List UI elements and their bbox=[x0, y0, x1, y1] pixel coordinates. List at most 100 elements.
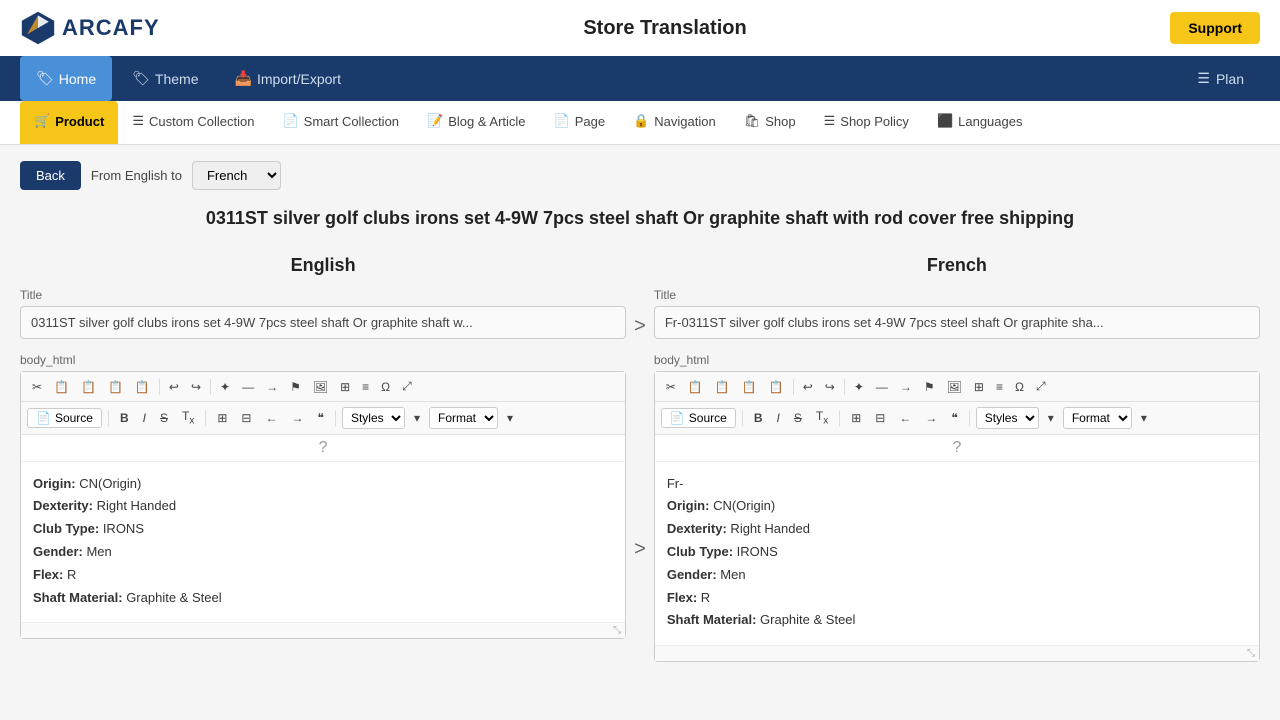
tab-product-label: Product bbox=[55, 114, 104, 129]
languages-icon: ⬛ bbox=[937, 113, 953, 129]
product-tab-icon: 🛒 bbox=[34, 113, 50, 129]
french-panel: French Title body_html ✂ 📋 📋 📋 📋 ↩ ↪ ✦ — bbox=[654, 255, 1260, 662]
fr-sep3 bbox=[742, 410, 743, 426]
rte-hr-btn[interactable]: — bbox=[237, 377, 259, 397]
fr-rte-link-btn[interactable]: → bbox=[895, 377, 917, 397]
french-rte-resize: ⤡ bbox=[655, 645, 1259, 661]
rte-ul-btn[interactable]: ⊟ bbox=[236, 408, 256, 428]
fr-rte-bold-btn[interactable]: B bbox=[749, 408, 768, 428]
fr-rte-image-btn[interactable]: 🖼 bbox=[942, 377, 967, 397]
nav-item-theme[interactable]: 🏷 Theme bbox=[116, 56, 214, 101]
fr-rte-anchor-btn[interactable]: ⚑ bbox=[919, 377, 940, 397]
navigation-icon: 🔒 bbox=[633, 113, 649, 129]
fr-rte-undo-btn[interactable]: ↩ bbox=[798, 377, 818, 397]
rte-styles-select[interactable]: Styles bbox=[342, 407, 405, 429]
french-rte-body[interactable]: Fr- Origin: CN(Origin) Dexterity: Right … bbox=[655, 462, 1259, 646]
rte-omega-btn[interactable]: Ω bbox=[376, 377, 395, 397]
english-rte: ✂ 📋 📋 📋 📋 ↩ ↪ ✦ — → ⚑ 🖼 ⊞ ≡ Ω bbox=[20, 371, 626, 639]
rte-subscript-btn[interactable]: Tx bbox=[177, 406, 199, 429]
french-title-label: Title bbox=[654, 288, 1260, 302]
tab-product[interactable]: 🛒 Product bbox=[20, 101, 118, 144]
fr-rte-paste-word-btn[interactable]: 📋 bbox=[764, 377, 789, 397]
fr-rte-styles-arrow[interactable]: ▾ bbox=[1043, 408, 1059, 428]
tab-smart-collection[interactable]: 📄 Smart Collection bbox=[268, 101, 413, 144]
rte-paste-text-btn[interactable]: 📋 bbox=[103, 377, 128, 397]
fr-rte-styles-select[interactable]: Styles bbox=[976, 407, 1039, 429]
source-icon: 📄 bbox=[36, 411, 51, 425]
english-rte-body[interactable]: Origin: CN(Origin) Dexterity: Right Hand… bbox=[21, 462, 625, 623]
rte-list-btn[interactable]: ≡ bbox=[357, 377, 374, 397]
rte-indent-btn[interactable]: → bbox=[286, 408, 308, 428]
tab-blog-article[interactable]: 📝 Blog & Article bbox=[413, 101, 540, 144]
resize-handle[interactable]: ⤡ bbox=[613, 625, 621, 636]
fr-rte-omega-btn[interactable]: Ω bbox=[1010, 377, 1029, 397]
rte-copy-btn[interactable]: 📋 bbox=[49, 377, 74, 397]
sep5 bbox=[335, 410, 336, 426]
fr-resize-handle[interactable]: ⤡ bbox=[1247, 648, 1255, 659]
tab-page[interactable]: 📄 Page bbox=[540, 101, 620, 144]
rte-italic-btn[interactable]: I bbox=[138, 408, 151, 428]
nav-item-home[interactable]: 🏷 Home bbox=[20, 56, 112, 101]
rte-anchor-btn[interactable]: ⚑ bbox=[285, 377, 306, 397]
rte-format-arrow[interactable]: ▾ bbox=[502, 408, 518, 428]
fr-rte-subscript-btn[interactable]: Tx bbox=[811, 406, 833, 429]
fr-rte-blockquote-btn[interactable]: ❝ bbox=[946, 408, 962, 428]
fr-rte-expand-btn[interactable]: ⤢ bbox=[1031, 376, 1051, 397]
rte-strike-btn[interactable]: S bbox=[155, 408, 173, 428]
language-select[interactable]: French Spanish German Italian bbox=[192, 161, 281, 190]
rte-styles-arrow[interactable]: ▾ bbox=[409, 408, 425, 428]
fr-rte-special-btn[interactable]: ✦ bbox=[849, 377, 869, 397]
fr-rte-format-select[interactable]: Format bbox=[1063, 407, 1132, 429]
rte-blockquote-btn[interactable]: ❝ bbox=[312, 408, 328, 428]
fr-rte-strike-btn[interactable]: S bbox=[789, 408, 807, 428]
rte-table-btn[interactable]: ⊞ bbox=[335, 377, 355, 397]
fr-rte-format-arrow[interactable]: ▾ bbox=[1136, 408, 1152, 428]
rte-ol-btn[interactable]: ⊞ bbox=[212, 408, 232, 428]
rte-undo-btn[interactable]: ↩ bbox=[164, 377, 184, 397]
fr-rte-italic-btn[interactable]: I bbox=[772, 408, 785, 428]
support-button[interactable]: Support bbox=[1170, 12, 1260, 44]
back-button[interactable]: Back bbox=[20, 161, 81, 190]
rte-paste-word-btn[interactable]: 📋 bbox=[130, 377, 155, 397]
tab-shop[interactable]: 🛍 Shop bbox=[730, 101, 810, 144]
fr-rte-paste-btn[interactable]: 📋 bbox=[710, 377, 735, 397]
rte-expand-btn[interactable]: ⤢ bbox=[397, 376, 417, 397]
rte-paste-btn[interactable]: 📋 bbox=[76, 377, 101, 397]
rte-link-btn[interactable]: → bbox=[261, 377, 283, 397]
fr-rte-ul-btn[interactable]: ⊟ bbox=[870, 408, 890, 428]
tab-languages[interactable]: ⬛ Languages bbox=[923, 101, 1037, 144]
fr-rte-ol-btn[interactable]: ⊞ bbox=[846, 408, 866, 428]
fr-rte-copy-btn[interactable]: 📋 bbox=[683, 377, 708, 397]
tab-navigation[interactable]: 🔒 Navigation bbox=[619, 101, 730, 144]
french-heading: French bbox=[654, 255, 1260, 276]
rte-source-btn[interactable]: 📄 Source bbox=[27, 408, 102, 428]
fr-rte-source-btn[interactable]: 📄 Source bbox=[661, 408, 736, 428]
fr-rte-paste-text-btn[interactable]: 📋 bbox=[737, 377, 762, 397]
rte-bold-btn[interactable]: B bbox=[115, 408, 134, 428]
rte-special-btn[interactable]: ✦ bbox=[215, 377, 235, 397]
shop-icon: 🛍 bbox=[744, 113, 761, 129]
english-title-input[interactable] bbox=[20, 306, 626, 339]
content-area: Back From English to French Spanish Germ… bbox=[0, 145, 1280, 678]
fr-rte-table-btn[interactable]: ⊞ bbox=[969, 377, 989, 397]
french-title-input[interactable] bbox=[654, 306, 1260, 339]
fr-rte-outdent-btn[interactable]: ← bbox=[894, 408, 916, 428]
tab-page-label: Page bbox=[575, 114, 605, 129]
fr-rte-hr-btn[interactable]: — bbox=[871, 377, 893, 397]
fr-rte-redo-btn[interactable]: ↪ bbox=[820, 377, 840, 397]
tab-custom-collection[interactable]: ☰ Custom Collection bbox=[118, 101, 268, 144]
fr-rte-cut-btn[interactable]: ✂ bbox=[661, 377, 681, 397]
tab-shop-policy[interactable]: ☰ Shop Policy bbox=[810, 101, 923, 144]
nav-item-import-export[interactable]: 📥 Import/Export bbox=[219, 56, 357, 101]
plan-button[interactable]: ☰ Plan bbox=[1181, 56, 1260, 101]
fr-source-label: Source bbox=[689, 411, 727, 425]
rte-image-btn[interactable]: 🖼 bbox=[308, 377, 333, 397]
rte-format-select[interactable]: Format bbox=[429, 407, 498, 429]
rte-redo-btn[interactable]: ↪ bbox=[186, 377, 206, 397]
rte-cut-btn[interactable]: ✂ bbox=[27, 377, 47, 397]
fr-rte-indent-btn[interactable]: → bbox=[920, 408, 942, 428]
tab-custom-label: Custom Collection bbox=[149, 114, 255, 129]
fr-rte-list-btn[interactable]: ≡ bbox=[991, 377, 1008, 397]
rte-outdent-btn[interactable]: ← bbox=[260, 408, 282, 428]
french-rte-help: ? bbox=[655, 435, 1259, 462]
